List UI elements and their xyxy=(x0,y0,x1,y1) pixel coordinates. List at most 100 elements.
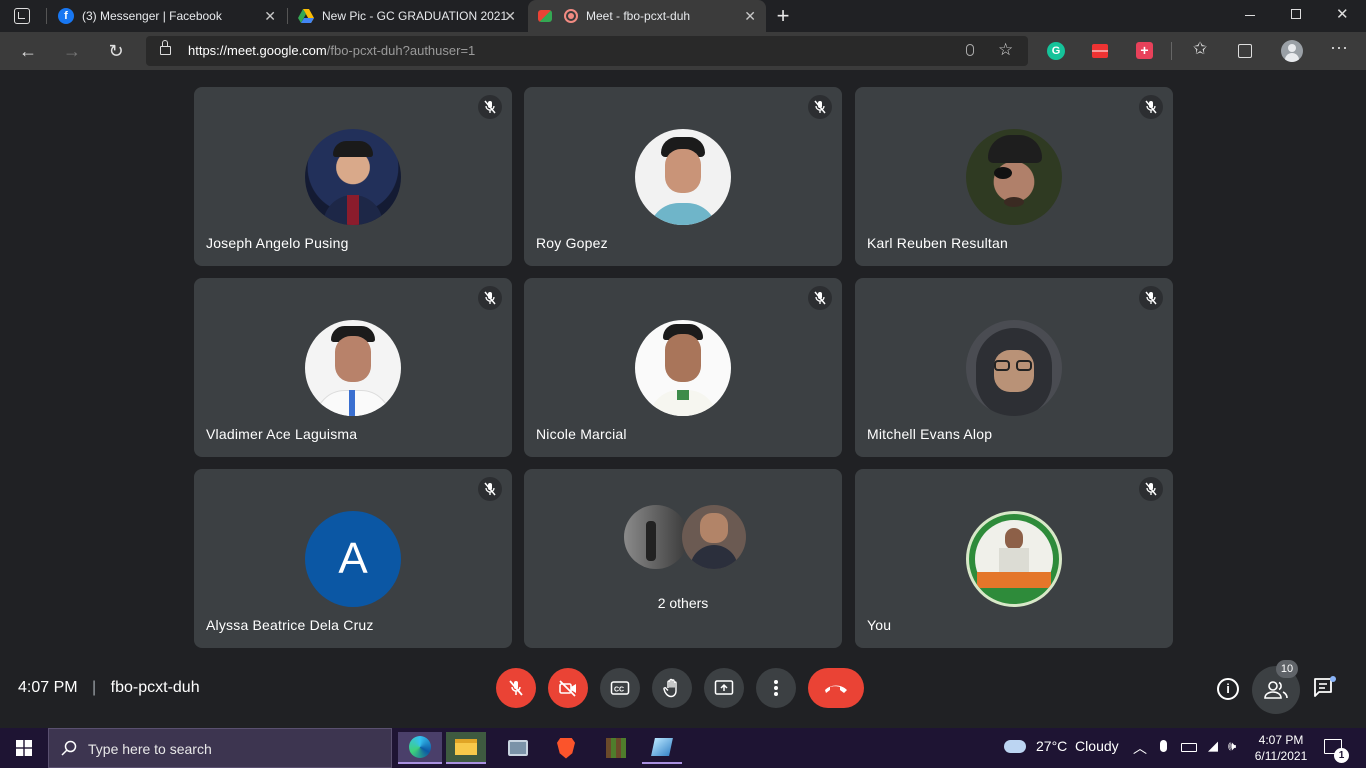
self-tile[interactable]: You xyxy=(855,469,1173,648)
tab-drive[interactable]: New Pic - GC GRADUATION 2021 ✕ xyxy=(288,0,526,32)
participant-tile[interactable]: Vladimer Ace Laguisma xyxy=(194,278,512,457)
microphone-icon[interactable] xyxy=(966,44,974,56)
tab-meet[interactable]: Meet - fbo-pcxt-duh ✕ xyxy=(528,0,766,32)
camera-on-button[interactable] xyxy=(548,668,588,708)
brave-icon[interactable] xyxy=(546,732,586,764)
unmute-button[interactable] xyxy=(496,668,536,708)
raise-hand-button[interactable] xyxy=(652,668,692,708)
more-menu-icon[interactable]: ··· xyxy=(1330,37,1348,58)
minecraft-icon[interactable] xyxy=(596,732,636,764)
tab-title: Meet - fbo-pcxt-duh xyxy=(586,9,691,23)
others-label: 2 others xyxy=(657,595,709,611)
participant-name: Mitchell Evans Alop xyxy=(867,426,993,442)
refresh-button[interactable]: ↻ xyxy=(104,39,128,63)
muted-mic-icon xyxy=(478,286,502,310)
tab-bar: f (3) Messenger | Facebook ✕ New Pic - G… xyxy=(0,0,1366,32)
restore-button[interactable] xyxy=(1291,9,1301,19)
windows-icon xyxy=(16,740,32,756)
meeting-time: 4:07 PM xyxy=(18,679,78,696)
meeting-control-bar: 4:07 PM | fbo-pcxt-duh CC i 10 xyxy=(0,660,1366,728)
notification-count-badge: 1 xyxy=(1334,748,1349,763)
lock-icon[interactable] xyxy=(160,40,171,55)
tab-messenger[interactable]: f (3) Messenger | Facebook ✕ xyxy=(48,0,286,32)
close-window-button[interactable]: ✕ xyxy=(1336,5,1349,23)
add-favorite-icon[interactable]: ☆ xyxy=(998,40,1013,60)
taskbar-search[interactable]: Type here to search xyxy=(48,728,392,768)
meeting-details: 4:07 PM | fbo-pcxt-duh xyxy=(18,679,200,697)
clock-date: 6/11/2021 xyxy=(1254,749,1308,763)
weather-widget[interactable]: 27°C Cloudy xyxy=(1004,738,1119,754)
more-vert-icon xyxy=(774,680,778,696)
taskbar: Type here to search 27°C Cloudy ︿ ◢ 🕪 4:… xyxy=(0,728,1366,768)
participant-tile[interactable]: Joseph Angelo Pusing xyxy=(194,87,512,266)
grammarly-icon[interactable]: G xyxy=(1047,42,1065,60)
leave-call-button[interactable] xyxy=(808,668,864,708)
muted-mic-icon xyxy=(808,95,832,119)
close-tab-icon[interactable]: ✕ xyxy=(744,8,756,24)
participant-tile[interactable]: Karl Reuben Resultan xyxy=(855,87,1173,266)
microphone-tray-icon[interactable] xyxy=(1160,740,1167,752)
forward-button[interactable]: → xyxy=(60,39,84,63)
muted-mic-icon xyxy=(1139,477,1163,501)
participant-tile[interactable]: Mitchell Evans Alop xyxy=(855,278,1173,457)
chat-button[interactable] xyxy=(1312,676,1336,705)
more-options-button[interactable] xyxy=(756,668,796,708)
chat-icon xyxy=(1314,676,1336,697)
close-tab-icon[interactable]: ✕ xyxy=(264,8,276,24)
file-explorer-icon[interactable] xyxy=(446,732,486,764)
search-placeholder: Type here to search xyxy=(88,741,212,757)
clock[interactable]: 4:07 PM 6/11/2021 xyxy=(1252,732,1310,764)
extension-plus-icon[interactable]: + xyxy=(1136,42,1153,59)
start-button[interactable] xyxy=(4,732,44,764)
present-button[interactable] xyxy=(704,668,744,708)
edge-taskbar-icon[interactable] xyxy=(398,732,442,764)
minimize-button[interactable] xyxy=(1245,15,1255,16)
people-icon xyxy=(1264,681,1288,699)
people-count-badge: 10 xyxy=(1276,660,1298,678)
muted-mic-icon xyxy=(808,286,832,310)
participant-tile[interactable]: A Alyssa Beatrice Dela Cruz xyxy=(194,469,512,648)
navigation-bar: ← → ↻ https://meet.google.com/fbo-pcxt-d… xyxy=(0,32,1366,70)
participant-name: Alyssa Beatrice Dela Cruz xyxy=(206,617,374,633)
clock-time: 4:07 PM xyxy=(1258,733,1304,747)
volume-icon[interactable]: 🕪 xyxy=(1228,738,1236,754)
google-meet-icon xyxy=(538,10,552,22)
back-button[interactable]: ← xyxy=(16,39,40,63)
others-tile[interactable]: 2 others xyxy=(524,469,842,648)
muted-mic-icon xyxy=(478,477,502,501)
participant-name: Joseph Angelo Pusing xyxy=(206,235,349,251)
captions-button[interactable]: CC xyxy=(600,668,640,708)
initial-avatar: A xyxy=(305,511,401,607)
address-bar[interactable]: https://meet.google.com/fbo-pcxt-duh?aut… xyxy=(146,36,1028,66)
favorites-icon[interactable]: ✩ xyxy=(1193,39,1207,59)
close-tab-icon[interactable]: ✕ xyxy=(504,8,516,24)
participant-tile[interactable]: Nicole Marcial xyxy=(524,278,842,457)
battery-icon[interactable] xyxy=(1181,743,1197,752)
cloud-icon xyxy=(1004,739,1026,753)
participant-name: Roy Gopez xyxy=(536,235,608,251)
pinned-app-icon[interactable] xyxy=(642,732,682,764)
mic-off-icon xyxy=(509,680,523,696)
pinned-app-icon[interactable] xyxy=(498,732,538,764)
participant-name: Nicole Marcial xyxy=(536,426,627,442)
camera-off-icon xyxy=(559,680,576,697)
url-text[interactable]: https://meet.google.com/fbo-pcxt-duh?aut… xyxy=(188,43,475,58)
recording-icon xyxy=(564,9,578,23)
tab-title: (3) Messenger | Facebook xyxy=(82,9,222,23)
meeting-divider: | xyxy=(92,679,97,696)
participant-avatar xyxy=(305,320,401,416)
profile-avatar[interactable] xyxy=(1281,40,1303,62)
collections-icon[interactable] xyxy=(1238,44,1252,58)
toolbar-divider xyxy=(1171,42,1172,60)
new-tab-button[interactable]: + xyxy=(772,3,794,29)
muted-mic-icon xyxy=(478,95,502,119)
self-avatar xyxy=(966,511,1062,607)
meeting-info-button[interactable]: i xyxy=(1217,678,1239,700)
tab-actions-icon[interactable] xyxy=(14,8,30,24)
muted-mic-icon xyxy=(1139,286,1163,310)
meeting-code: fbo-pcxt-duh xyxy=(110,679,200,696)
wifi-icon[interactable]: ◢ xyxy=(1208,738,1218,754)
extension-icon[interactable] xyxy=(1092,44,1108,58)
show-hidden-icons[interactable]: ︿ xyxy=(1133,738,1147,758)
participant-tile[interactable]: Roy Gopez xyxy=(524,87,842,266)
